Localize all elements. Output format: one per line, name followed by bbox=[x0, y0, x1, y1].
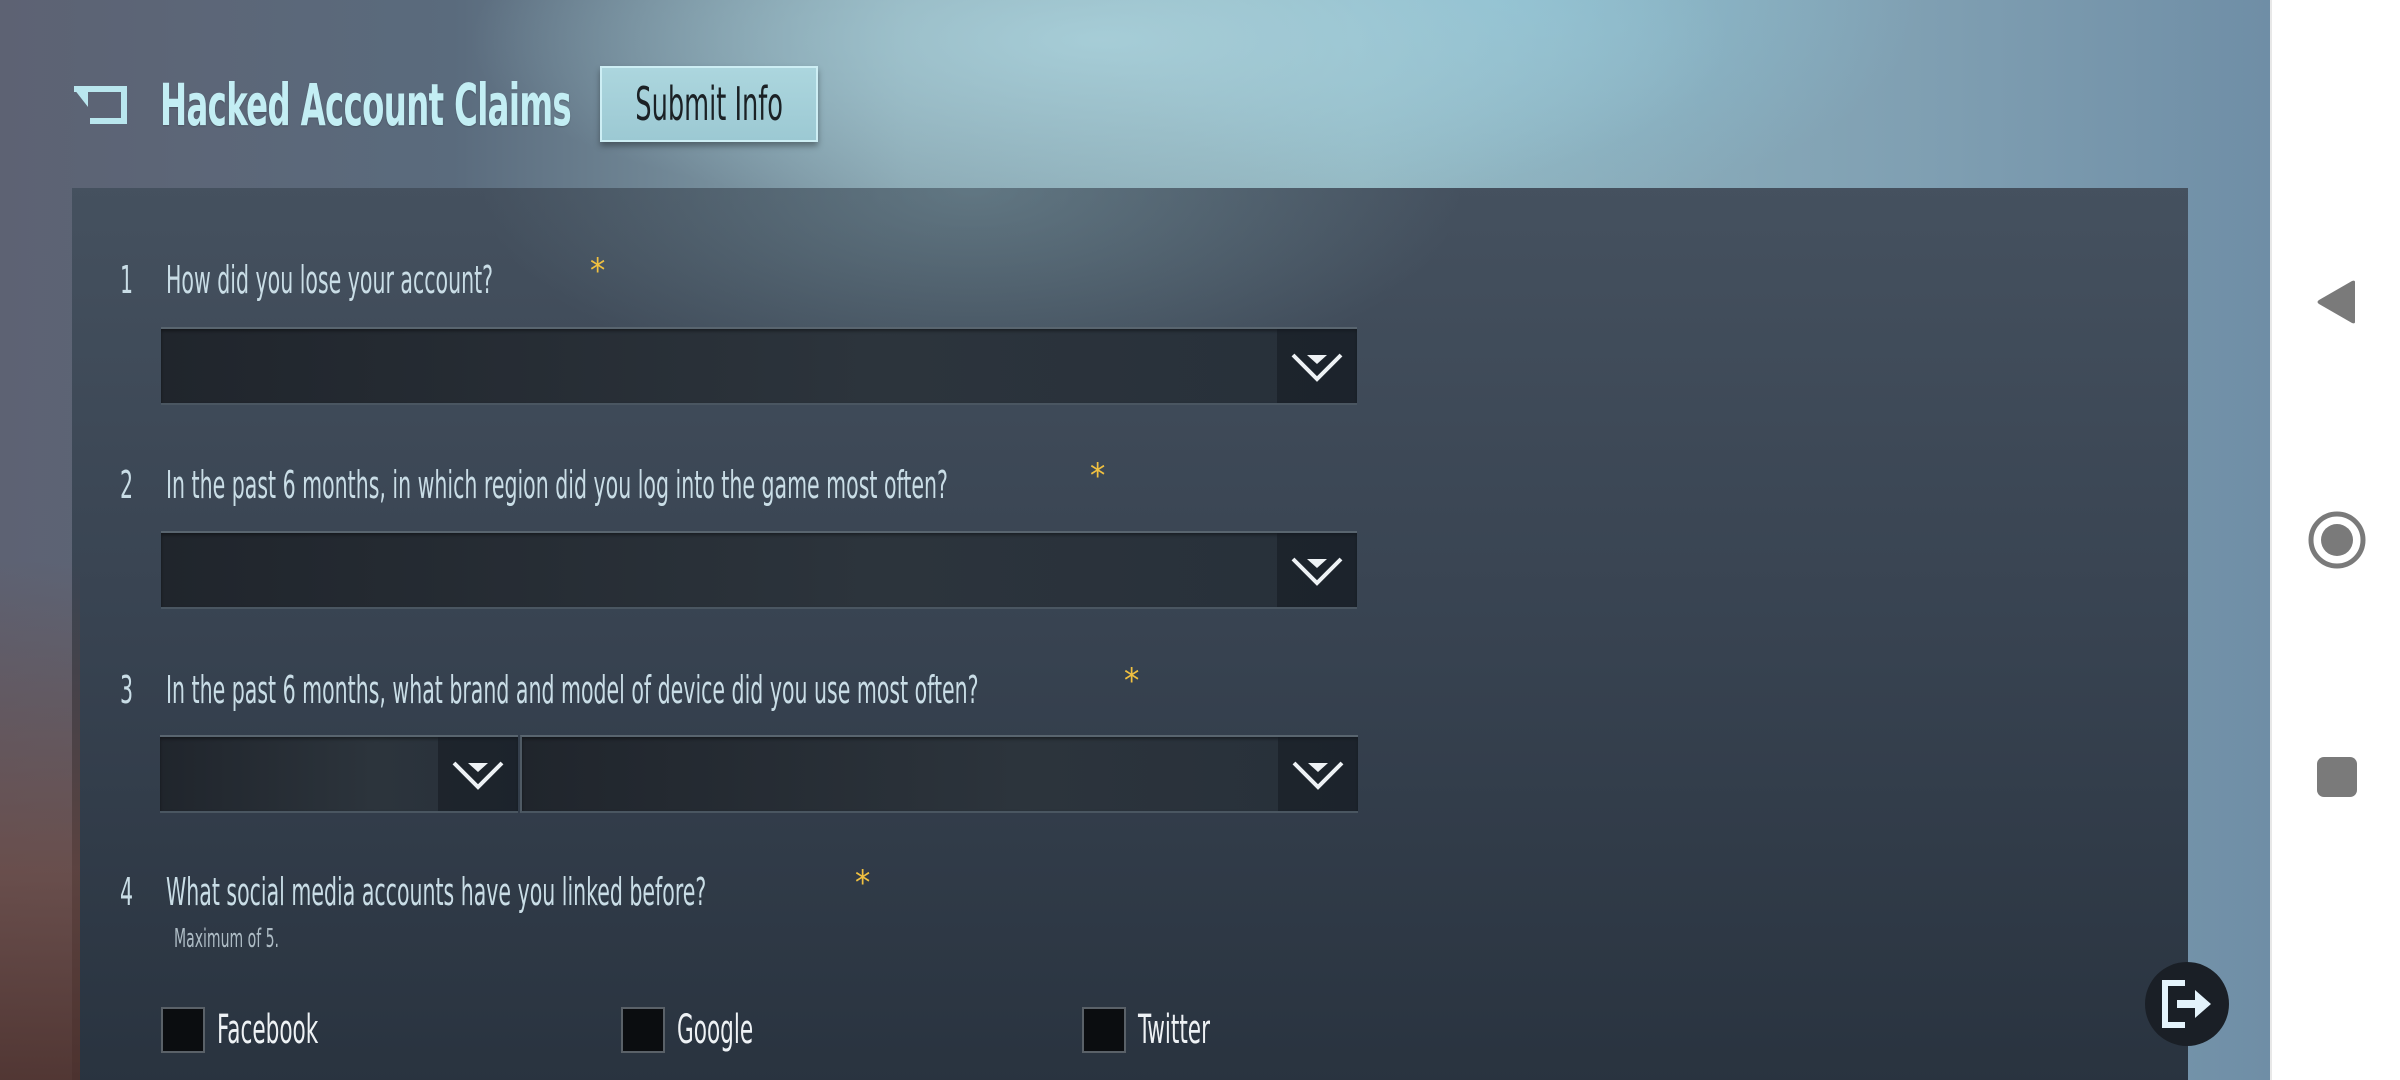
claim-form-panel: 1 How did you lose your account? * 2 In … bbox=[72, 188, 2188, 1080]
system-nav-bar bbox=[2270, 0, 2400, 1080]
nav-recents-icon bbox=[2317, 757, 2357, 797]
login-region-select[interactable] bbox=[161, 531, 1357, 609]
question-text: In the past 6 months, what brand and mod… bbox=[166, 668, 979, 712]
device-brand-select[interactable] bbox=[160, 735, 518, 813]
question-number: 4 bbox=[120, 870, 134, 914]
nav-recents-button[interactable] bbox=[2272, 727, 2400, 827]
required-marker: * bbox=[855, 863, 871, 903]
exit-button[interactable] bbox=[2145, 962, 2229, 1046]
google-checkbox[interactable]: Google bbox=[621, 1007, 804, 1053]
chevron-down-icon bbox=[1292, 761, 1344, 790]
dropdown-arrow[interactable] bbox=[1277, 329, 1357, 403]
required-marker: * bbox=[1124, 661, 1140, 701]
page-title: Hacked Account Claims bbox=[160, 71, 572, 139]
page-header: Hacked Account Claims Submit Info bbox=[72, 60, 818, 150]
dropdown-arrow[interactable] bbox=[1278, 737, 1358, 811]
question-3: 3 In the past 6 months, what brand and m… bbox=[120, 661, 1520, 715]
required-marker: * bbox=[590, 251, 606, 291]
exit-icon bbox=[2162, 980, 2211, 1028]
dropdown-arrow[interactable] bbox=[1277, 533, 1357, 607]
back-button[interactable] bbox=[72, 81, 132, 129]
nav-home-icon bbox=[2308, 511, 2366, 569]
chevron-down-icon bbox=[452, 761, 504, 790]
chevron-down-icon bbox=[1291, 557, 1343, 586]
lost-account-reason-select[interactable] bbox=[161, 327, 1357, 405]
checkbox-box[interactable] bbox=[621, 1007, 665, 1053]
back-arrow-icon bbox=[74, 86, 127, 124]
question-hint: Maximum of 5. bbox=[174, 924, 279, 954]
question-2: 2 In the past 6 months, in which region … bbox=[120, 456, 1469, 510]
submit-info-button[interactable]: Submit Info bbox=[600, 66, 818, 142]
question-number: 2 bbox=[120, 463, 134, 507]
checkbox-label: Google bbox=[677, 1007, 754, 1053]
game-screen: Hacked Account Claims Submit Info 1 How … bbox=[0, 0, 2270, 1080]
facebook-checkbox[interactable]: Facebook bbox=[161, 1007, 386, 1053]
twitter-checkbox[interactable]: Twitter bbox=[1082, 1007, 1258, 1053]
nav-back-icon bbox=[2317, 280, 2355, 324]
checkbox-box[interactable] bbox=[161, 1007, 205, 1053]
question-text: In the past 6 months, in which region di… bbox=[166, 463, 948, 507]
submit-info-label: Submit Info bbox=[635, 77, 783, 131]
question-4: 4 What social media accounts have you li… bbox=[120, 863, 1066, 917]
chevron-down-icon bbox=[1291, 353, 1343, 382]
question-text: What social media accounts have you link… bbox=[166, 870, 707, 914]
required-marker: * bbox=[1090, 456, 1106, 496]
checkbox-label: Twitter bbox=[1138, 1007, 1210, 1053]
question-number: 3 bbox=[120, 668, 134, 712]
checkbox-label: Facebook bbox=[217, 1007, 319, 1053]
nav-home-button[interactable] bbox=[2272, 490, 2400, 590]
nav-back-button[interactable] bbox=[2272, 252, 2400, 352]
question-number: 1 bbox=[120, 258, 134, 302]
dropdown-arrow[interactable] bbox=[438, 737, 518, 811]
question-text: How did you lose your account? bbox=[166, 258, 494, 302]
device-model-select[interactable] bbox=[520, 735, 1358, 813]
question-1: 1 How did you lose your account? * bbox=[120, 251, 711, 305]
checkbox-box[interactable] bbox=[1082, 1007, 1126, 1053]
